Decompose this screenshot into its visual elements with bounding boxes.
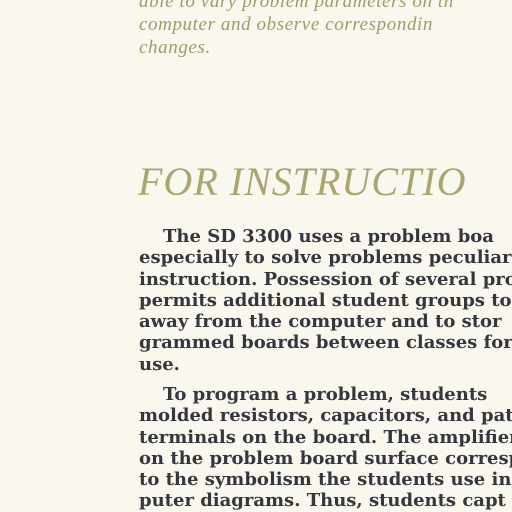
paragraph-2-line-2: molded resistors, capacitors, and patc	[139, 405, 512, 427]
paragraph-1-line-3: instruction. Possession of several pro	[139, 268, 512, 290]
paragraph-1-line-2: especially to solve problems peculiar	[139, 247, 512, 269]
paragraph-2-line-3: terminals on the board. The amplifier	[139, 426, 512, 448]
paragraph-2-line-1: To program a problem, students	[163, 384, 488, 405]
document-page: able to vary problem parameters on th co…	[0, 0, 512, 512]
section-heading: FOR INSTRUCTIO	[138, 159, 467, 204]
body-paragraph-1: The SD 3300 uses a problem boa especiall…	[139, 226, 512, 375]
paragraph-1-line-1: The SD 3300 uses a problem boa	[163, 226, 494, 247]
intro-line-1: able to vary problem parameters on th	[139, 0, 454, 12]
paragraph-2-line-5: to the symbolism the students use in d	[139, 469, 512, 491]
paragraph-1-line-6: grammed boards between classes for	[139, 332, 512, 354]
paragraph-1-line-5: away from the computer and to stor	[139, 311, 502, 333]
intro-line-3: changes.	[139, 37, 211, 58]
paragraph-2-line-6: puter diagrams. Thus, students capt	[139, 490, 506, 512]
paragraph-2-line-4: on the problem board surface correspo	[139, 447, 512, 469]
paragraph-1-line-4: permits additional student groups to s	[139, 289, 512, 311]
intro-paragraph: able to vary problem parameters on th co…	[139, 0, 512, 59]
paragraph-1-line-7: use.	[139, 353, 180, 375]
intro-line-2: computer and observe correspondin	[139, 14, 434, 35]
body-paragraph-2: To program a problem, students molded re…	[139, 384, 512, 512]
